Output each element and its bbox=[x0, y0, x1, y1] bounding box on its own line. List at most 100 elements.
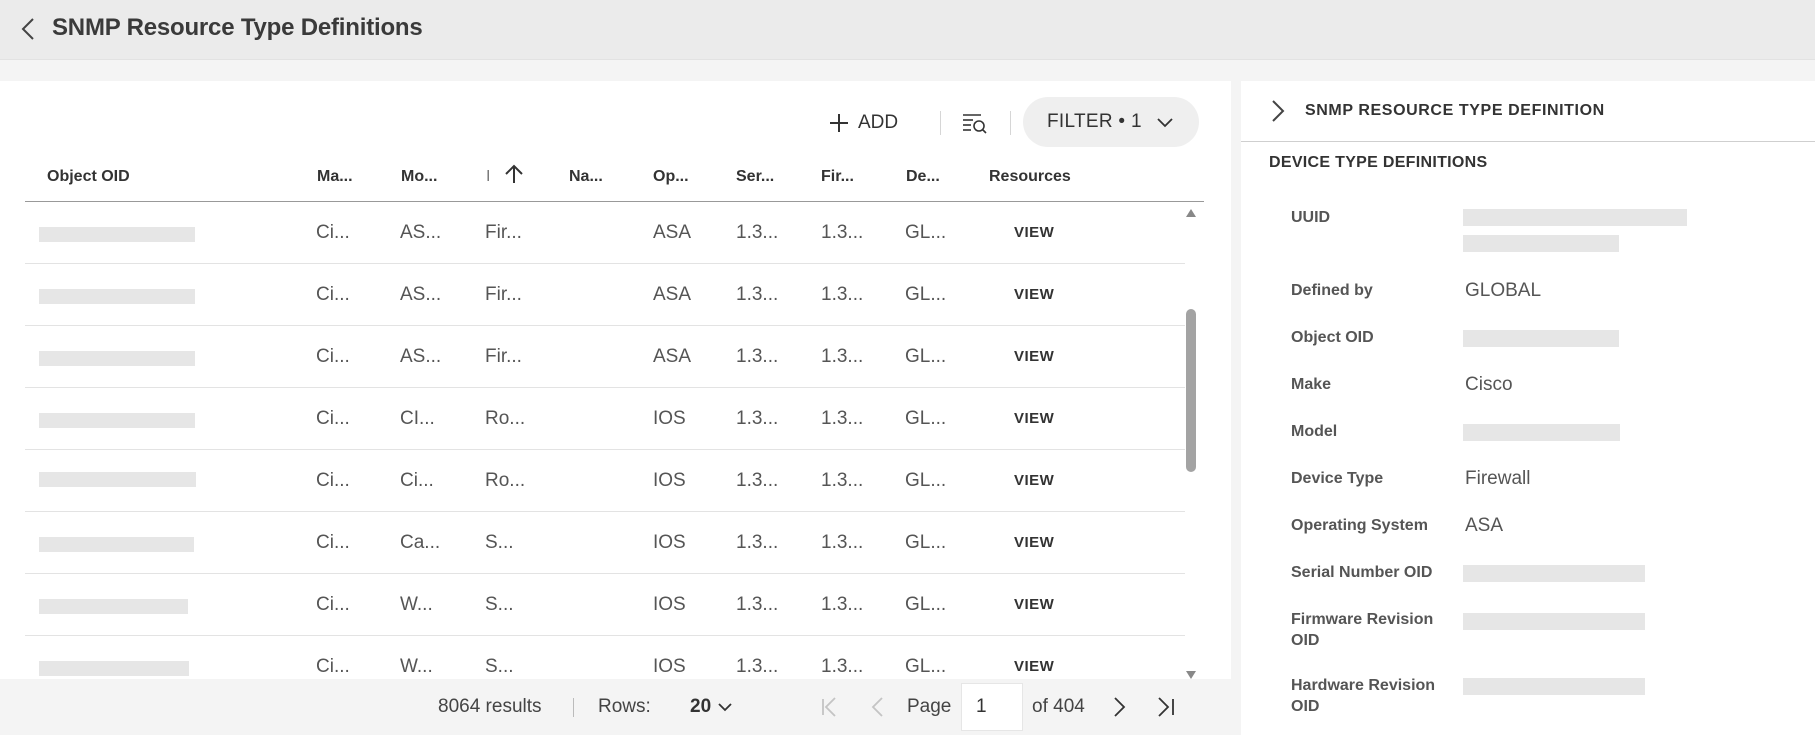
table-row[interactable]: Ci... AS... Fir... ASA 1.3... 1.3... GL.… bbox=[25, 202, 1185, 264]
model-value-placeholder bbox=[1463, 424, 1620, 441]
cell-os: ASA bbox=[653, 284, 692, 305]
cell-defined-by: GL... bbox=[905, 222, 947, 243]
detail-panel-title: SNMP RESOURCE TYPE DEFINITION bbox=[1305, 102, 1605, 119]
device-type-value: Firewall bbox=[1465, 468, 1531, 489]
pagination-bar: 8064 results Rows: 20 Page of 404 bbox=[0, 679, 1231, 735]
top-header: SNMP Resource Type Definitions bbox=[0, 0, 1815, 60]
rows-label: Rows: bbox=[598, 696, 651, 717]
operating-system-label: Operating System bbox=[1291, 517, 1428, 534]
back-chevron-icon[interactable] bbox=[18, 16, 40, 42]
page-title: SNMP Resource Type Definitions bbox=[52, 14, 423, 41]
object-oid-value-placeholder bbox=[1463, 330, 1619, 347]
object-oid-placeholder bbox=[39, 413, 195, 428]
uuid-value-placeholder bbox=[1463, 235, 1619, 252]
column-device-type-label: I bbox=[486, 168, 491, 185]
filter-button-label: FILTER • 1 bbox=[1047, 111, 1142, 132]
column-name[interactable]: Na... bbox=[569, 151, 603, 202]
cell-defined-by: GL... bbox=[905, 470, 947, 491]
table-row[interactable]: Ci... Ca... S... IOS 1.3... 1.3... GL...… bbox=[25, 512, 1185, 574]
column-firmware-oid[interactable]: Fir... bbox=[821, 151, 854, 202]
filter-button[interactable]: FILTER • 1 bbox=[1023, 97, 1199, 147]
column-model[interactable]: Mo... bbox=[401, 151, 437, 202]
object-oid-placeholder bbox=[39, 537, 194, 552]
column-device-type[interactable]: I bbox=[486, 151, 525, 202]
make-label: Make bbox=[1291, 376, 1332, 393]
cell-model: W... bbox=[400, 594, 433, 615]
table-row[interactable]: Ci... AS... Fir... ASA 1.3... 1.3... GL.… bbox=[25, 264, 1185, 326]
view-resources-link[interactable]: VIEW bbox=[1014, 636, 1054, 679]
table-row[interactable]: Ci... Ci... Ro... IOS 1.3... 1.3... GL..… bbox=[25, 450, 1185, 512]
object-oid-placeholder bbox=[39, 472, 196, 487]
cell-os: IOS bbox=[653, 656, 686, 677]
cell-model: Ci... bbox=[400, 470, 434, 491]
add-button-label: ADD bbox=[858, 112, 899, 133]
table-row[interactable]: Ci... W... S... IOS 1.3... 1.3... GL... … bbox=[25, 636, 1185, 679]
view-resources-link[interactable]: VIEW bbox=[1014, 202, 1054, 264]
scroll-down-arrow-icon[interactable] bbox=[1186, 671, 1196, 679]
column-operating-system[interactable]: Op... bbox=[653, 151, 689, 202]
next-page-icon[interactable] bbox=[1105, 693, 1133, 721]
column-object-oid[interactable]: Object OID bbox=[47, 151, 130, 202]
column-make[interactable]: Ma... bbox=[317, 151, 353, 202]
model-label: Model bbox=[1291, 423, 1338, 440]
cell-make: Ci... bbox=[316, 346, 350, 367]
view-resources-link[interactable]: VIEW bbox=[1014, 512, 1054, 574]
table-scrollbar[interactable] bbox=[1184, 209, 1198, 679]
last-page-icon[interactable] bbox=[1151, 693, 1179, 721]
rows-per-page-select[interactable]: 20 bbox=[690, 679, 733, 735]
page-total: of 404 bbox=[1032, 696, 1085, 717]
cell-model: W... bbox=[400, 656, 433, 677]
scrollbar-thumb[interactable] bbox=[1186, 309, 1196, 472]
table-row[interactable]: Ci... CI... Ro... IOS 1.3... 1.3... GL..… bbox=[25, 388, 1185, 450]
cell-os: ASA bbox=[653, 346, 692, 367]
cell-model: AS... bbox=[400, 346, 442, 367]
detail-panel-header[interactable]: SNMP RESOURCE TYPE DEFINITION bbox=[1241, 81, 1815, 142]
table-row[interactable]: Ci... W... S... IOS 1.3... 1.3... GL... … bbox=[25, 574, 1185, 636]
cell-device-type: Ro... bbox=[485, 470, 526, 491]
view-resources-link[interactable]: VIEW bbox=[1014, 326, 1054, 388]
cell-make: Ci... bbox=[316, 594, 350, 615]
column-defined-by[interactable]: De... bbox=[906, 151, 940, 202]
view-resources-link[interactable]: VIEW bbox=[1014, 388, 1054, 450]
serial-number-oid-value-placeholder bbox=[1463, 565, 1645, 582]
object-oid-placeholder bbox=[39, 661, 189, 676]
page-label: Page bbox=[907, 696, 952, 717]
section-title: DEVICE TYPE DEFINITIONS bbox=[1269, 154, 1488, 171]
cell-os: IOS bbox=[653, 532, 686, 553]
table-header: Object OID Ma... Mo... I Na... Op... Ser… bbox=[25, 151, 1204, 202]
view-resources-link[interactable]: VIEW bbox=[1014, 450, 1054, 512]
table-row[interactable]: Ci... AS... Fir... ASA 1.3... 1.3... GL.… bbox=[25, 326, 1185, 388]
cell-serial-oid: 1.3... bbox=[736, 346, 779, 367]
cell-defined-by: GL... bbox=[905, 346, 947, 367]
defined-by-label: Defined by bbox=[1291, 282, 1373, 299]
cell-model: CI... bbox=[400, 408, 435, 429]
chevron-right-icon[interactable] bbox=[1268, 98, 1288, 124]
first-page-icon[interactable] bbox=[816, 693, 844, 721]
cell-model: AS... bbox=[400, 222, 442, 243]
firmware-revision-oid-value-placeholder bbox=[1463, 613, 1645, 630]
chevron-down-icon bbox=[718, 703, 732, 712]
cell-defined-by: GL... bbox=[905, 532, 947, 553]
toolbar-divider bbox=[1010, 111, 1011, 135]
scroll-up-arrow-icon[interactable] bbox=[1186, 209, 1196, 217]
column-serial-number-oid[interactable]: Ser... bbox=[736, 151, 774, 202]
cell-device-type: S... bbox=[485, 532, 514, 553]
cell-make: Ci... bbox=[316, 408, 350, 429]
previous-page-icon[interactable] bbox=[864, 693, 892, 721]
defined-by-value: GLOBAL bbox=[1465, 280, 1542, 301]
page-number-input[interactable] bbox=[961, 683, 1023, 731]
cell-firmware-oid: 1.3... bbox=[821, 346, 864, 367]
cell-serial-oid: 1.3... bbox=[736, 408, 779, 429]
add-button[interactable]: ADD bbox=[828, 109, 898, 137]
view-resources-link[interactable]: VIEW bbox=[1014, 574, 1054, 636]
cell-defined-by: GL... bbox=[905, 594, 947, 615]
view-resources-link[interactable]: VIEW bbox=[1014, 264, 1054, 326]
cell-serial-oid: 1.3... bbox=[736, 284, 779, 305]
toolbar-divider bbox=[940, 111, 941, 135]
list-search-icon[interactable] bbox=[960, 109, 988, 137]
sort-ascending-icon[interactable] bbox=[503, 163, 525, 185]
table-panel: ADD FILTER • 1 Object OID Ma... Mo... I … bbox=[0, 81, 1231, 679]
cell-os: IOS bbox=[653, 408, 686, 429]
cell-model: Ca... bbox=[400, 532, 441, 553]
results-count: 8064 results bbox=[438, 696, 542, 717]
